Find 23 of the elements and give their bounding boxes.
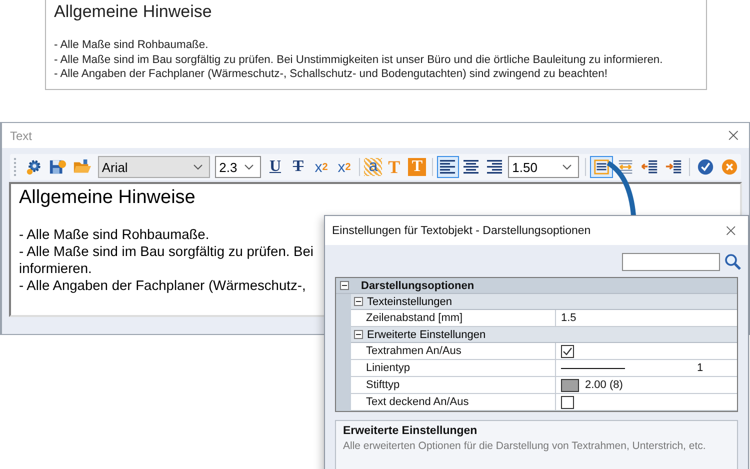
property-label: Textrahmen An/Aus bbox=[351, 343, 556, 360]
property-label: Text deckend An/Aus bbox=[351, 394, 556, 411]
property-label: Stifttyp bbox=[351, 377, 556, 394]
dialog-title: Einstellungen für Textobjekt - Darstellungsoptionen bbox=[332, 224, 591, 236]
editor-line: - Alle Angaben der Fachplaner (Wärmeschutz-, bbox=[19, 278, 306, 293]
section-label: Texteinstellungen bbox=[367, 296, 452, 308]
description-text: Alle erweiterten Optionen für die Darstellung von Textrahmen, Unterstrich, etc. bbox=[343, 440, 707, 452]
preview-line: - Alle Maße sind im Bau sorgfältig zu prüfen. Bei Unstimmigkeiten ist unser Büro und die örtliche Bauleitung zu informieren. bbox=[54, 52, 664, 67]
editor-line: - Alle Maße sind Rohbaumaße. bbox=[19, 227, 210, 242]
property-value: 1.5 bbox=[561, 312, 576, 324]
editor-line: informieren. bbox=[19, 261, 92, 276]
window-title: Text bbox=[10, 128, 32, 142]
description-title: Erweiterte Einstellungen bbox=[343, 425, 478, 437]
property-value: 2.00 (8) bbox=[585, 379, 623, 391]
category-label: Darstellungsoptionen bbox=[361, 280, 474, 292]
editor-line: - Alle Maße sind im Bau sorgfältig zu prüfen. Bei bbox=[19, 244, 314, 259]
preview-line: - Alle Angaben der Fachplaner (Wärmeschutz-, Schallschutz- und Bodengutachten) sind zwingend zu beachten! bbox=[54, 67, 608, 82]
section-label: Erweiterte Einstellungen bbox=[367, 328, 486, 340]
editor-heading: Allgemeine Hinweise bbox=[19, 186, 196, 210]
property-label: Linientyp bbox=[351, 360, 556, 377]
preview-title: Allgemeine Hinweise bbox=[54, 2, 213, 22]
preview-line: - Alle Maße sind Rohbaumaße. bbox=[54, 38, 210, 52]
property-value: 1 bbox=[697, 362, 704, 374]
